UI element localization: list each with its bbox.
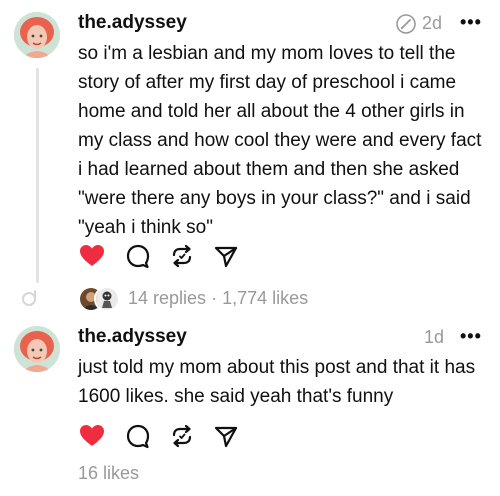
comment-icon[interactable]: [124, 422, 152, 450]
avatar[interactable]: [14, 326, 60, 372]
avatar: [94, 286, 120, 312]
share-icon[interactable]: [212, 242, 240, 270]
post-stats: 14 replies · 1,774 likes: [128, 288, 308, 309]
avatar[interactable]: [14, 12, 60, 58]
timestamp: 2d: [422, 13, 443, 33]
action-bar: [78, 422, 248, 452]
post-text: so i'm a lesbian and my mom loves to tel…: [78, 43, 482, 238]
thread-line: [36, 68, 39, 283]
heart-icon[interactable]: [78, 422, 106, 450]
reply-avatars[interactable]: [78, 286, 122, 312]
more-options-button[interactable]: •••: [460, 326, 482, 347]
comment-icon[interactable]: [124, 242, 152, 270]
thread-loop-icon: [20, 289, 38, 307]
username[interactable]: the.adyssey: [78, 326, 187, 348]
username[interactable]: the.adyssey: [78, 12, 187, 34]
separator: ·: [211, 288, 218, 308]
share-icon[interactable]: [212, 422, 240, 450]
timestamp: 1d: [424, 327, 445, 347]
more-options-button[interactable]: •••: [460, 12, 482, 33]
replies-count[interactable]: 14 replies: [128, 288, 206, 308]
edited-icon: [395, 13, 417, 35]
heart-icon[interactable]: [78, 242, 106, 270]
likes-count[interactable]: 16 likes: [78, 463, 139, 484]
likes-count[interactable]: 1,774 likes: [222, 288, 308, 308]
action-bar: [78, 242, 248, 272]
repost-icon[interactable]: [168, 242, 196, 270]
repost-icon[interactable]: [168, 422, 196, 450]
post-text: just told my mom about this post and tha…: [78, 357, 476, 407]
